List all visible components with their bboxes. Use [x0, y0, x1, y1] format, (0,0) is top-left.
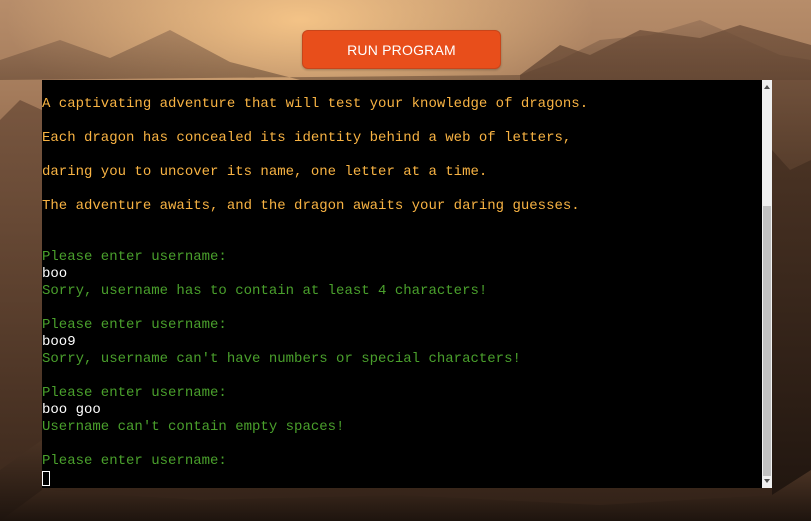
intro-line-4: The adventure awaits, and the dragon awa… [42, 198, 580, 214]
scrollbar-thumb[interactable] [763, 206, 771, 476]
text-cursor[interactable] [42, 471, 50, 486]
validation-error: Sorry, username has to contain at least … [42, 283, 488, 299]
username-prompt: Please enter username: [42, 385, 227, 401]
final-username-prompt: Please enter username: [42, 453, 227, 469]
terminal[interactable]: A captivating adventure that will test y… [42, 80, 762, 488]
username-prompt: Please enter username: [42, 317, 227, 333]
scroll-down-arrow-icon[interactable] [762, 476, 772, 486]
username-input-echo: boo9 [42, 334, 76, 350]
intro-line-3: daring you to uncover its name, one lett… [42, 164, 488, 180]
scroll-up-arrow-icon[interactable] [762, 82, 772, 92]
intro-line-2: Each dragon has concealed its identity b… [42, 130, 572, 146]
terminal-scrollbar[interactable] [762, 80, 772, 488]
intro-line-1: A captivating adventure that will test y… [42, 96, 589, 112]
username-prompt: Please enter username: [42, 249, 227, 265]
validation-error: Sorry, username can't have numbers or sp… [42, 351, 521, 367]
run-program-button[interactable]: RUN PROGRAM [302, 30, 501, 69]
validation-error: Username can't contain empty spaces! [42, 419, 345, 435]
username-input-echo: boo [42, 266, 68, 282]
username-input-echo: boo goo [42, 402, 101, 418]
